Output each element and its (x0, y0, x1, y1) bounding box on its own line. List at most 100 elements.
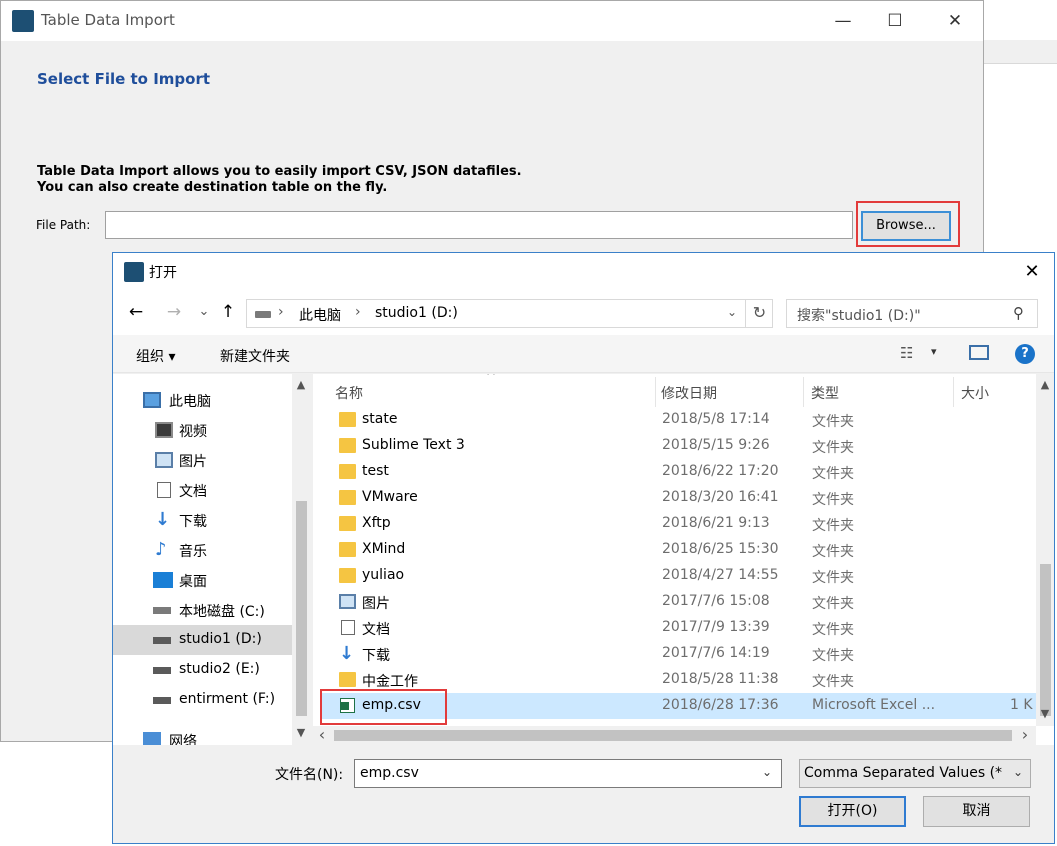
scroll-down-arrow[interactable]: ▼ (1036, 705, 1054, 723)
file-row[interactable]: Xftp 2018/6/21 9:13 文件夹 (322, 511, 1037, 537)
minimize-button[interactable]: — (815, 1, 871, 41)
sidebar-item-drive-c[interactable]: 本地磁盘 (C:) (113, 595, 293, 625)
sidebar-item-downloads[interactable]: ↓ 下载 (113, 505, 293, 535)
dialog-title-bar: 打开 ✕ (113, 253, 1054, 291)
search-icon[interactable]: ⚲ (1013, 304, 1024, 322)
file-list-vertical-scrollbar[interactable]: ▲ ▼ (1036, 374, 1054, 726)
column-header-type[interactable]: 类型 (811, 383, 839, 403)
sidebar-item-documents[interactable]: 文档 (113, 475, 293, 505)
column-header-date[interactable]: 修改日期 (661, 383, 717, 403)
file-date: 2018/5/15 9:26 (662, 437, 770, 453)
file-type-filter-value: Comma Separated Values (* (804, 765, 1003, 781)
address-bar[interactable]: › 此电脑 › studio1 (D:) ⌄ (246, 299, 773, 328)
scrollbar-thumb[interactable] (1040, 564, 1051, 716)
cancel-button[interactable]: 取消 (923, 796, 1030, 827)
selected-file-highlight-box (320, 689, 447, 725)
file-row[interactable]: VMware 2018/3/20 16:41 文件夹 (322, 485, 1037, 511)
workbench-app-icon (12, 10, 34, 32)
file-name: 文档 (362, 622, 390, 638)
scrollbar-thumb[interactable] (334, 730, 1012, 741)
sort-indicator-icon: ^ (486, 374, 497, 383)
search-input[interactable]: 搜索"studio1 (D:)" ⚲ (786, 299, 1038, 328)
column-header-name[interactable]: 名称 (335, 383, 363, 403)
address-dropdown-icon[interactable]: ⌄ (727, 305, 737, 319)
sidebar-item-label: 视频 (179, 424, 207, 440)
filename-label: 文件名(N): (275, 767, 344, 783)
browse-button[interactable]: Browse... (861, 211, 951, 241)
navigation-scrollbar[interactable]: ▲ ▼ (292, 374, 310, 745)
scroll-left-arrow[interactable]: ‹ (313, 726, 331, 744)
file-name: Sublime Text 3 (362, 437, 465, 453)
file-row[interactable]: 文档 2017/7/9 13:39 文件夹 (322, 615, 1037, 641)
sidebar-item-desktop[interactable]: 桌面 (113, 565, 293, 595)
new-folder-button[interactable]: 新建文件夹 (220, 346, 290, 366)
sidebar-item-music[interactable]: ♪ 音乐 (113, 535, 293, 565)
pictures-icon (155, 452, 173, 468)
file-row[interactable]: state 2018/5/8 17:14 文件夹 (322, 407, 1037, 433)
drive-icon (153, 697, 171, 704)
recent-locations-button[interactable]: ⌄ (193, 301, 215, 323)
file-type: 文件夹 (812, 674, 854, 690)
sidebar-item-pictures[interactable]: 图片 (113, 445, 293, 475)
sidebar-item-this-pc[interactable]: 此电脑 (113, 385, 293, 415)
scroll-right-arrow[interactable]: › (1016, 726, 1034, 744)
file-row[interactable]: XMind 2018/6/25 15:30 文件夹 (322, 537, 1037, 563)
close-button[interactable]: ✕ (927, 1, 983, 41)
file-type: 文件夹 (812, 622, 854, 638)
breadcrumb-this-pc[interactable]: 此电脑 (299, 305, 341, 325)
column-divider[interactable] (803, 377, 804, 407)
back-button[interactable]: ← (125, 301, 147, 323)
file-row[interactable]: ↓ 下载 2017/7/6 14:19 文件夹 (322, 641, 1037, 667)
file-type-filter-select[interactable]: Comma Separated Values (* ⌄ (799, 759, 1031, 788)
filename-dropdown-icon[interactable]: ⌄ (762, 765, 772, 779)
sidebar-item-videos[interactable]: 视频 (113, 415, 293, 445)
file-name: Xftp (362, 515, 391, 531)
file-row[interactable]: test 2018/6/22 17:20 文件夹 (322, 459, 1037, 485)
file-row[interactable]: 图片 2017/7/6 15:08 文件夹 (322, 589, 1037, 615)
scroll-up-arrow[interactable]: ▲ (292, 376, 310, 394)
filename-input[interactable]: emp.csv ⌄ (354, 759, 782, 788)
folder-icon (339, 438, 356, 453)
file-date: 2018/6/21 9:13 (662, 515, 770, 531)
scroll-down-arrow[interactable]: ▼ (292, 724, 310, 742)
column-divider[interactable] (655, 377, 656, 407)
column-header-size[interactable]: 大小 (961, 383, 989, 403)
view-options-icon[interactable]: ☷ (900, 344, 913, 362)
file-date: 2018/6/28 17:36 (662, 697, 779, 713)
video-icon (155, 422, 173, 438)
forward-button[interactable]: → (163, 301, 185, 323)
sidebar-item-label: 音乐 (179, 544, 207, 560)
refresh-button[interactable]: ↻ (745, 299, 773, 328)
file-list-horizontal-scrollbar[interactable]: ‹ › (313, 726, 1036, 745)
up-button[interactable]: ↑ (217, 301, 239, 323)
file-row[interactable]: Sublime Text 3 2018/5/15 9:26 文件夹 (322, 433, 1037, 459)
sidebar-item-drive-f[interactable]: entirment (F:) (113, 685, 293, 715)
scrollbar-thumb[interactable] (296, 501, 307, 716)
file-name: 中金工作 (362, 674, 418, 690)
file-size: 1 K (1010, 697, 1033, 713)
background-window-strip (983, 40, 1057, 64)
file-path-input[interactable] (105, 211, 853, 239)
file-type: 文件夹 (812, 570, 854, 586)
file-type: 文件夹 (812, 648, 854, 664)
view-dropdown-icon[interactable]: ▾ (931, 345, 937, 358)
breadcrumb-separator: › (278, 304, 284, 320)
sidebar-item-network[interactable]: 网络 (113, 725, 293, 745)
music-icon: ♪ (155, 539, 167, 560)
filter-dropdown-icon[interactable]: ⌄ (1013, 765, 1023, 779)
breadcrumb-drive[interactable]: studio1 (D:) (375, 305, 458, 321)
folder-icon (339, 672, 356, 687)
file-date: 2018/5/8 17:14 (662, 411, 770, 427)
drive-icon (153, 607, 171, 614)
maximize-button[interactable]: ☐ (867, 1, 923, 41)
sidebar-item-drive-e[interactable]: studio2 (E:) (113, 655, 293, 685)
scroll-up-arrow[interactable]: ▲ (1036, 376, 1054, 394)
help-icon[interactable]: ? (1015, 344, 1035, 364)
preview-pane-icon[interactable] (969, 345, 989, 360)
dialog-close-button[interactable]: ✕ (1010, 253, 1054, 291)
file-row[interactable]: yuliao 2018/4/27 14:55 文件夹 (322, 563, 1037, 589)
organize-menu[interactable]: 组织 ▾ (136, 346, 175, 366)
open-button[interactable]: 打开(O) (799, 796, 906, 827)
sidebar-item-drive-d[interactable]: studio1 (D:) (113, 625, 293, 655)
column-divider[interactable] (953, 377, 954, 407)
